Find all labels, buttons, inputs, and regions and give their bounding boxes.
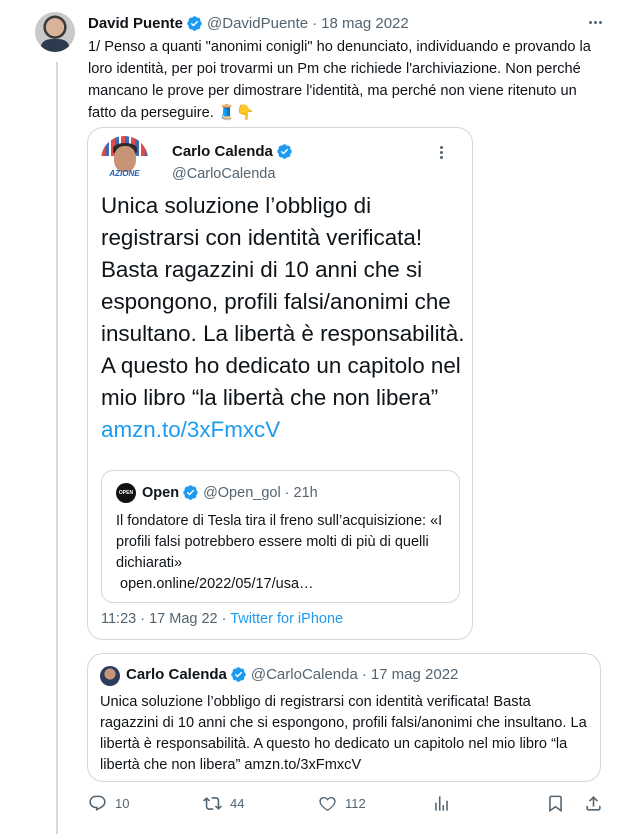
quoted-tweet-date: 17 mag 2022 <box>370 666 459 683</box>
retweet-button[interactable]: 44 <box>203 794 244 813</box>
quoted-author-name: Carlo Calenda <box>126 666 227 683</box>
more-options-icon[interactable] <box>585 12 605 32</box>
inner-quote-header: Open @Open_gol · 21h <box>142 484 318 501</box>
like-count: 112 <box>345 796 366 811</box>
reply-button[interactable]: 10 <box>88 794 129 813</box>
screenshot-text: Unica soluzione l’obbligo di registrarsi… <box>101 193 465 442</box>
verified-badge-icon <box>183 485 198 500</box>
author-handle[interactable]: @DavidPuente <box>207 15 308 32</box>
share-icon <box>586 796 601 811</box>
tweet-text: 1/ Penso a quanti "anonimi conigli" ho d… <box>88 39 595 121</box>
verified-badge-icon <box>187 15 202 31</box>
bookmark-icon <box>549 795 562 813</box>
share-button[interactable] <box>584 794 603 813</box>
heart-icon <box>319 796 336 811</box>
retweet-count: 44 <box>230 796 245 811</box>
action-bar: 10 44 112 <box>88 794 608 814</box>
inner-quote-author-name: Open <box>142 484 180 501</box>
reply-icon <box>89 795 106 812</box>
views-button[interactable] <box>432 794 451 813</box>
quoted-tweet-header: Carlo Calenda @CarloCalenda · 17 mag 202… <box>126 666 459 683</box>
screenshot-author-name: Carlo Calenda <box>172 143 293 160</box>
screenshot-author-handle: @CarloCalenda <box>172 166 276 182</box>
inner-quote-text: Il fondatore di Tesla tira il freno sull… <box>116 513 443 592</box>
inner-quote-handle: @Open_gol <box>203 484 281 501</box>
analytics-icon <box>435 796 448 811</box>
screenshot-footer: 11:23 · 17 Mag 22 · Twitter for iPhone <box>101 611 344 627</box>
azione-logo: AZIONE <box>109 169 140 178</box>
thread-line <box>56 62 58 834</box>
tweet-header: David Puente @DavidPuente · 18 mag 2022 <box>88 13 409 33</box>
attached-image[interactable]: AZIONE Carlo Calenda @CarloCalenda Unica… <box>87 127 473 640</box>
quoted-author-handle: @CarloCalenda <box>250 666 358 683</box>
separator-dot: · <box>312 14 318 32</box>
retweet-icon <box>203 797 222 810</box>
reply-count: 10 <box>115 796 130 811</box>
screenshot-source: Twitter for iPhone <box>230 611 344 627</box>
screenshot-inner-quote: OPEN Open @Open_gol · 21h Il fondatore d… <box>101 470 460 603</box>
inner-quote-time: 21h <box>293 484 318 501</box>
verified-badge-icon <box>277 144 292 159</box>
quoted-tweet[interactable]: Carlo Calenda @CarloCalenda · 17 mag 202… <box>87 653 601 782</box>
open-logo: OPEN <box>116 483 136 503</box>
bookmark-button[interactable] <box>546 794 565 813</box>
like-button[interactable]: 112 <box>318 794 366 813</box>
tweet[interactable]: David Puente @DavidPuente · 18 mag 2022 … <box>0 0 636 834</box>
quoted-author-avatar <box>100 666 120 686</box>
verified-badge-icon <box>231 667 246 682</box>
tweet-date[interactable]: 18 mag 2022 <box>321 15 409 32</box>
screenshot-link: amzn.to/3xFmxcV <box>101 417 281 442</box>
screenshot-author-avatar: AZIONE <box>101 136 148 183</box>
quoted-tweet-text: Unica soluzione l’obbligo di registrarsi… <box>100 694 587 773</box>
author-name[interactable]: David Puente <box>88 15 183 32</box>
author-avatar[interactable] <box>35 12 75 52</box>
screenshot-more-icon <box>440 145 443 160</box>
